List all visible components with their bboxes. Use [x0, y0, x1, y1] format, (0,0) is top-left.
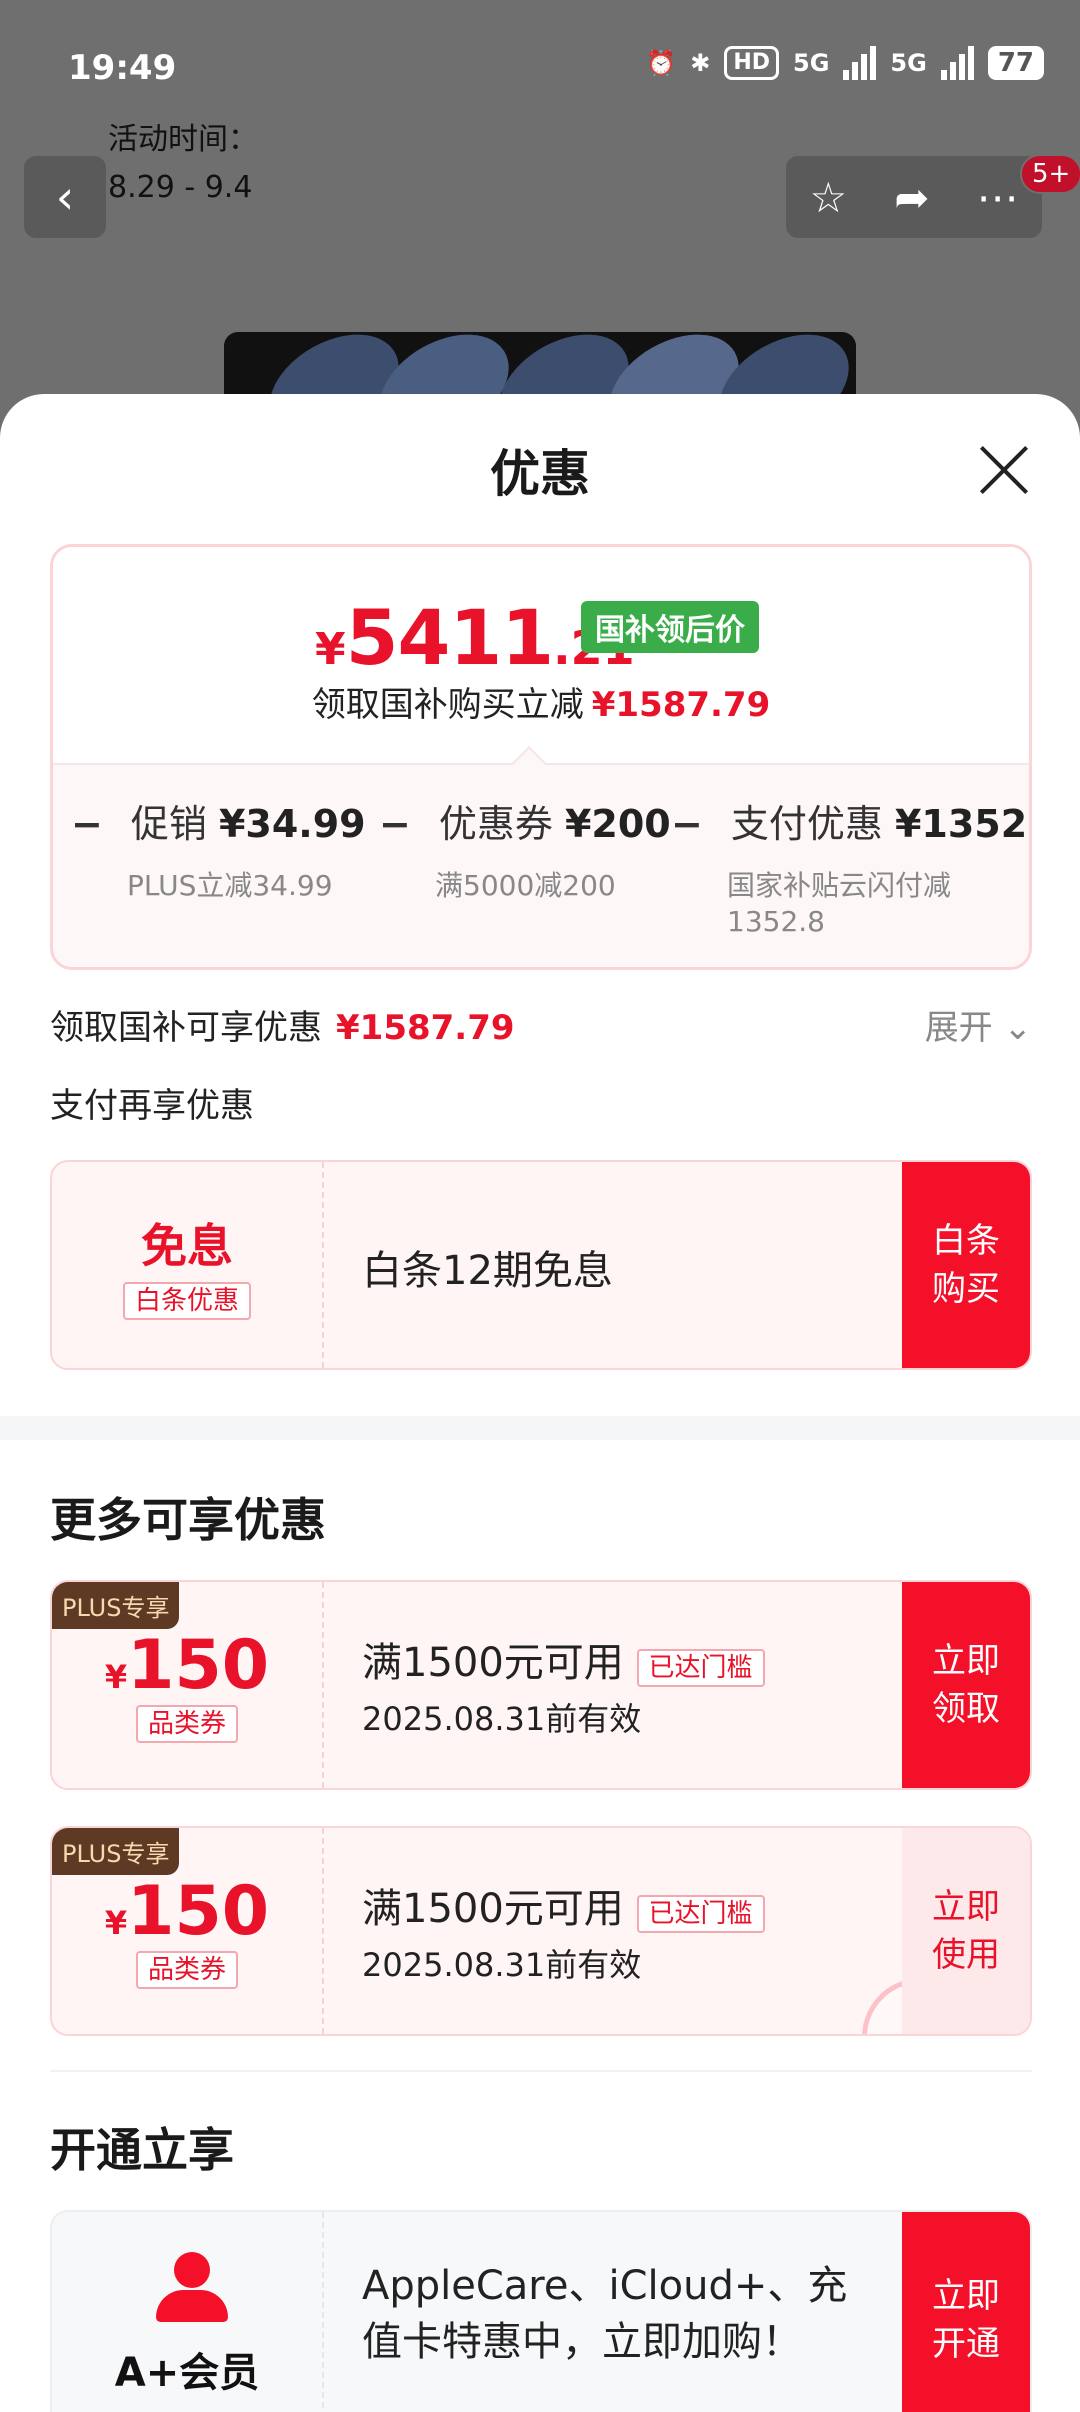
discount-item: − 优惠券 ¥200 满5000减200 [379, 793, 671, 904]
signal-icon-2 [940, 46, 974, 80]
baitiao-tag: 白条优惠 [122, 1282, 251, 1320]
use-coupon-button[interactable]: 立即使用 [902, 1828, 1030, 2034]
coupon-status-tag: 已达门槛 [636, 1895, 765, 1933]
discount-detail: 国家补贴云闪付减1352.8 [727, 869, 952, 938]
baitiao-mid: 白条12期免息 [362, 1162, 922, 1368]
minus-sign: − [671, 802, 703, 846]
activity-label: 活动时间： [108, 122, 258, 157]
alarm-icon: ⏰ [646, 49, 677, 77]
coupon-button-label: 立即领取 [932, 1641, 1000, 1729]
member-icon [156, 2252, 228, 2322]
back-button[interactable]: ‹ [24, 156, 106, 238]
discount-label: 支付优惠 [730, 802, 883, 846]
section-divider [0, 1416, 1080, 1440]
baitiao-offer[interactable]: 免息 白条优惠 白条12期免息 白条购买 [50, 1160, 1032, 1370]
discount-item: − 促销 ¥34.99 PLUS立减34.99 [71, 793, 366, 904]
discount-amount: ¥34.99 [218, 802, 366, 846]
coupon-value: 150 [127, 1872, 270, 1951]
status-icons: ⏰ ✱ HD 5G 5G 77 [646, 46, 1044, 80]
coupon-validity: 2025.08.31前有效 [362, 1946, 642, 1984]
status-time: 19:49 [68, 48, 177, 88]
coupon-condition: 满1500元可用 [362, 1640, 624, 1686]
discount-breakdown: − 促销 ¥34.99 PLUS立减34.99 − 优惠券 ¥200 满5000减2… [53, 746, 1029, 967]
coupon-card: PLUS专享 ¥150 品类券 满1500元可用 已达门槛 2025.08.31… [50, 1826, 1032, 2036]
coupon-currency: ¥ [104, 1658, 128, 1696]
signal-icon [843, 46, 877, 80]
top-actions: ☆ ➦ ⋯ [786, 156, 1042, 238]
coupon-mid: 满1500元可用 已达门槛 2025.08.31前有效 [362, 1828, 922, 2034]
expand-label: 展开 [924, 1008, 993, 1048]
baitiao-desc: 白条12期免息 [362, 1248, 613, 1294]
discount-amount: ¥200 [564, 802, 671, 846]
plus-tag: PLUS专享 [52, 1828, 180, 1875]
more-icon[interactable]: ⋯ [976, 173, 1018, 222]
activity-range: 8.29 - 9.4 [108, 170, 253, 205]
membership-name: A+会员 [114, 2350, 260, 2396]
baitiao-buy-button[interactable]: 白条购买 [902, 1162, 1030, 1368]
close-icon[interactable] [978, 444, 1030, 496]
claim-text: 领取国补购买立减 [311, 685, 584, 725]
membership-mid: AppleCare、iCloud+、充值卡特惠中，立即加购！ [362, 2212, 882, 2412]
battery-icon: 77 [987, 46, 1044, 80]
minus-sign: − [379, 802, 411, 846]
separator [50, 2070, 1032, 2072]
chevron-down-icon: ⌄ [1003, 1008, 1033, 1048]
price-integer: 5411 [345, 593, 555, 682]
price-currency: ¥ [315, 624, 346, 675]
discount-amount: ¥1352.8 [894, 802, 1029, 846]
expand-button[interactable]: 展开 ⌄ [925, 1000, 1032, 1049]
star-icon[interactable]: ☆ [810, 173, 848, 222]
discount-detail: PLUS立减34.99 [127, 869, 333, 902]
open-section-title: 开通立享 [50, 2123, 234, 2177]
discount-sheet: 优惠 ¥5411.21 国补领后价 领取国补购买立减¥1587.79 −促销 ¥… [0, 394, 1080, 2412]
activity-time: 活动时间： 8.29 - 9.4 [108, 116, 258, 212]
price-summary: ¥5411.21 国补领后价 领取国补购买立减¥1587.79 [53, 547, 1029, 763]
claimable-amount: ¥1587.79 [336, 1008, 515, 1048]
discount-label: 优惠券 [438, 802, 553, 846]
claimable-row: 领取国补可享优惠 ¥1587.79 [50, 1000, 515, 1049]
more-offers-title: 更多可享优惠 [50, 1493, 326, 1547]
claim-coupon-button[interactable]: 立即领取 [902, 1582, 1030, 1788]
baitiao-left: 免息 白条优惠 [52, 1162, 324, 1368]
membership-card: A+会员 AppleCare、iCloud+、充值卡特惠中，立即加购！ 立即开通 [50, 2210, 1032, 2412]
baitiao-button-label: 白条购买 [932, 1221, 1000, 1309]
price-card: ¥5411.21 国补领后价 领取国补购买立减¥1587.79 −促销 ¥34.… [50, 544, 1032, 970]
discount-item: −支付优惠 ¥1352.8 国家补贴云闪付减1352.8 [671, 793, 1029, 940]
open-membership-button[interactable]: 立即开通 [902, 2212, 1030, 2412]
plus-tag: PLUS专享 [52, 1582, 180, 1629]
coupon-type: 品类券 [135, 1705, 238, 1743]
discount-detail: 满5000减200 [435, 869, 616, 902]
sheet-title: 优惠 [490, 445, 590, 503]
coupon-left: PLUS专享 ¥150 品类券 [52, 1828, 324, 2034]
membership-left: A+会员 [52, 2212, 324, 2412]
coupon-validity: 2025.08.31前有效 [362, 1700, 642, 1738]
coupon-mid: 满1500元可用 已达门槛 2025.08.31前有效 [362, 1582, 922, 1788]
membership-button-label: 立即开通 [932, 2276, 1000, 2364]
hd-icon: HD [724, 46, 779, 80]
chevron-left-icon: ‹ [55, 170, 75, 224]
net1-label: 5G [793, 49, 830, 77]
minus-sign: − [71, 802, 103, 846]
claim-amount: ¥1587.79 [591, 685, 771, 725]
baitiao-title: 免息 [141, 1219, 233, 1273]
subsidy-price-badge: 国补领后价 [581, 601, 759, 653]
bluetooth-icon: ✱ [690, 49, 711, 77]
coupon-card: PLUS专享 ¥150 品类券 满1500元可用 已达门槛 2025.08.31… [50, 1580, 1032, 1790]
coupon-value: 150 [127, 1626, 270, 1705]
membership-desc: AppleCare、iCloud+、充值卡特惠中，立即加购！ [362, 2263, 848, 2365]
share-icon[interactable]: ➦ [894, 173, 929, 222]
notification-badge: 5+ [1020, 154, 1080, 194]
coupon-left: PLUS专享 ¥150 品类券 [52, 1582, 324, 1788]
coupon-condition: 满1500元可用 [362, 1886, 624, 1932]
coupon-status-tag: 已达门槛 [636, 1649, 765, 1687]
net2-label: 5G [890, 49, 927, 77]
coupon-currency: ¥ [104, 1904, 128, 1942]
coupon-button-label: 立即使用 [932, 1887, 1000, 1975]
claimable-text: 领取国补可享优惠 [50, 1008, 322, 1048]
claim-line: 领取国补购买立减 ¥1587.79 [53, 677, 1029, 726]
coupon-type: 品类券 [135, 1951, 238, 1989]
pay-more-label: 支付再享优惠 [50, 1086, 254, 1126]
discount-label: 促销 [130, 802, 207, 846]
